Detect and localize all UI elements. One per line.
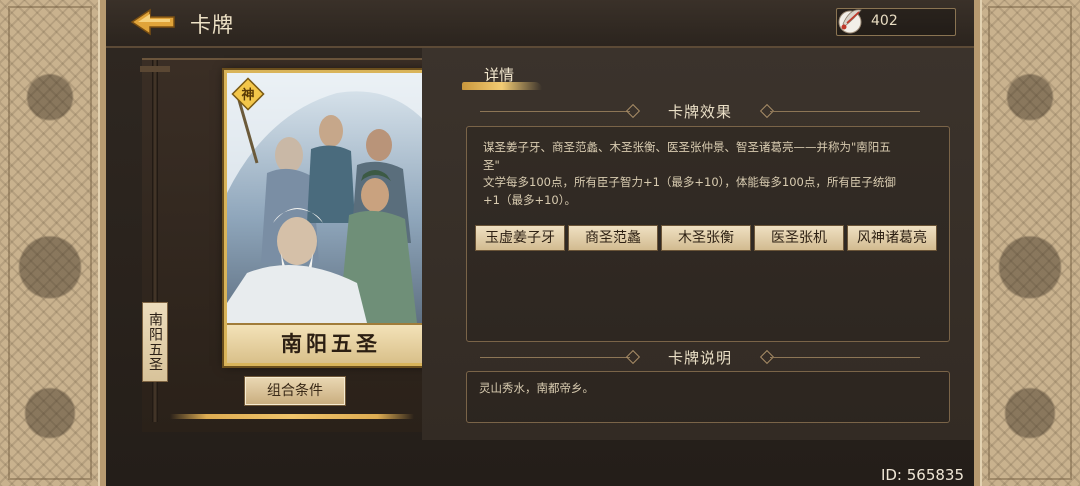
currency-display: 402	[836, 8, 956, 36]
card-image[interactable]: 神 南阳五圣	[224, 70, 438, 366]
effect-box: 谋圣姜子牙、商圣范蠡、木圣张衡、医圣张仲景、智圣诸葛亮——并称为"南阳五圣" 文…	[466, 126, 950, 342]
tab-details-label: 详情	[484, 66, 515, 84]
stage-floor-glow	[170, 414, 414, 419]
card-badge-icon: 神	[231, 77, 265, 111]
main-window: 卡牌 402 南阳五圣 神 南阳五圣 组合条件 详情 卡牌效果 谋圣姜子牙、商圣…	[106, 0, 974, 486]
effect-section-heading: 卡牌效果	[460, 102, 940, 122]
page-title: 卡牌	[190, 13, 234, 37]
card-vertical-label: 南阳五圣	[142, 302, 168, 382]
chip-member-4[interactable]: 医圣张机	[754, 225, 844, 251]
effect-heading-text: 卡牌效果	[667, 103, 732, 121]
right-ornament-panel	[974, 0, 1080, 486]
id-label: ID: 565835	[880, 466, 964, 484]
left-ornament-panel	[0, 0, 106, 486]
currency-value: 402	[871, 13, 898, 29]
chip-member-3[interactable]: 木圣张衡	[661, 225, 751, 251]
chip-member-1[interactable]: 玉虚姜子牙	[475, 225, 565, 251]
effect-line-2: 文学每多100点，所有臣子智力+1（最多+10），体能每多100点，所有臣子统御…	[483, 175, 896, 207]
card-artwork	[227, 73, 435, 363]
feather-coin-icon	[838, 9, 862, 34]
top-bar: 卡牌 402	[106, 0, 974, 48]
description-box: 灵山秀水，南都帝乡。	[466, 371, 950, 423]
description-text: 灵山秀水，南都帝乡。	[479, 381, 594, 395]
combo-conditions-button[interactable]: 组合条件	[244, 376, 346, 406]
effect-description: 谋圣姜子牙、商圣范蠡、木圣张衡、医圣张仲景、智圣诸葛亮——并称为"南阳五圣" 文…	[483, 139, 903, 209]
effect-line-1: 谋圣姜子牙、商圣范蠡、木圣张衡、医圣张仲景、智圣诸葛亮——并称为"南阳五圣"	[483, 140, 891, 172]
tab-details[interactable]: 详情	[462, 62, 552, 90]
back-button[interactable]	[130, 6, 178, 38]
description-heading-text: 卡牌说明	[667, 349, 732, 367]
chip-member-2[interactable]: 商圣范蠡	[568, 225, 658, 251]
description-section-heading: 卡牌说明	[460, 348, 940, 368]
svg-text:神: 神	[241, 87, 254, 103]
chip-member-5[interactable]: 风神诸葛亮	[847, 225, 937, 251]
detail-panel: 详情 卡牌效果 谋圣姜子牙、商圣范蠡、木圣张衡、医圣张仲景、智圣诸葛亮——并称为…	[422, 48, 974, 440]
card-name-banner: 南阳五圣	[227, 323, 435, 363]
card-stage: 南阳五圣 神 南阳五圣 组合条件	[140, 58, 452, 432]
back-arrow-icon	[130, 8, 175, 36]
